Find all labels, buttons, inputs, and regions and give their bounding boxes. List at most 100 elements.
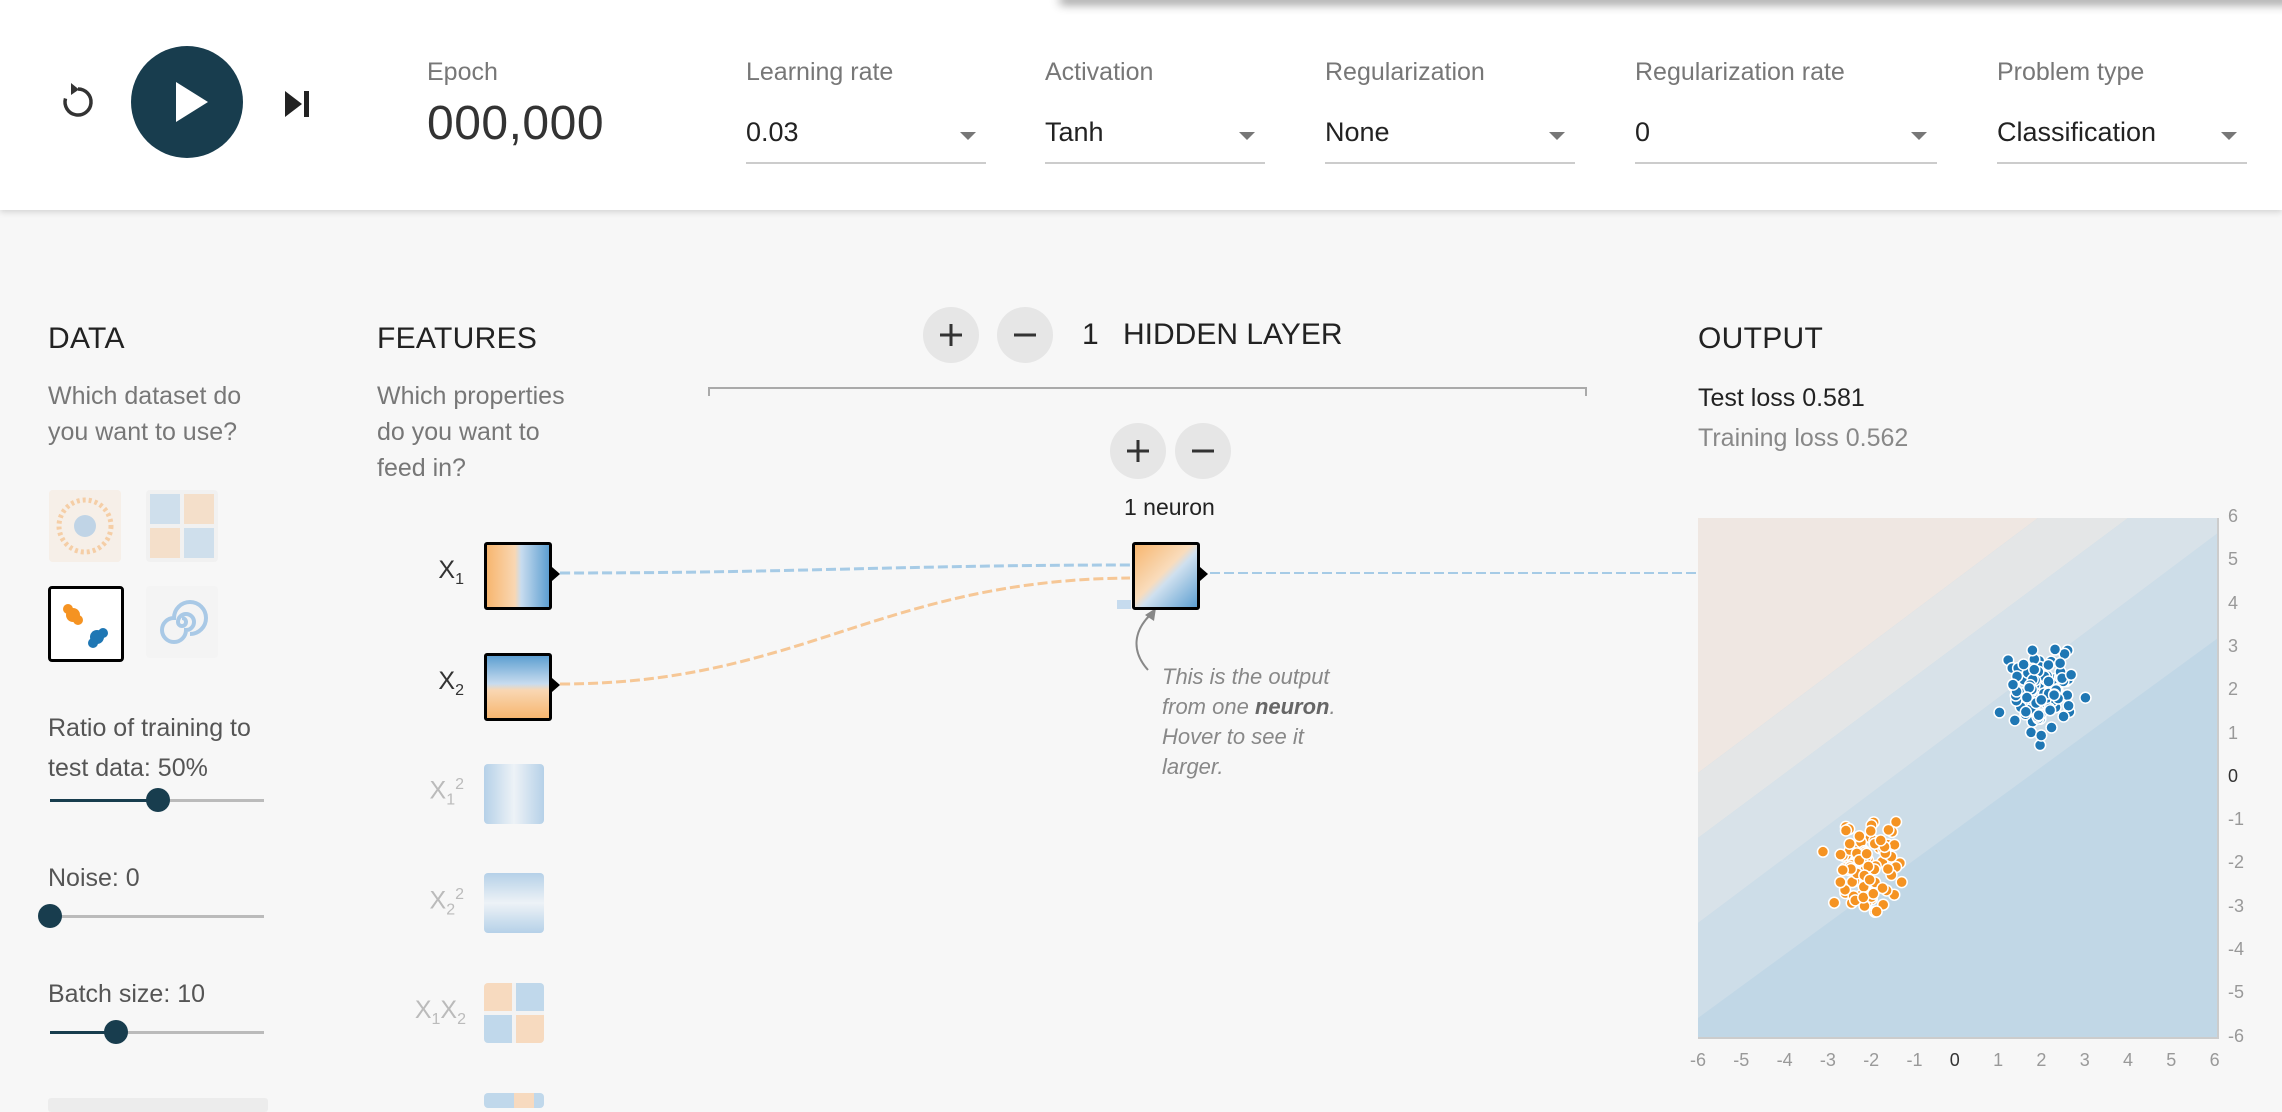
data-point	[1864, 824, 1877, 838]
add-layer-button[interactable]	[923, 307, 979, 363]
data-point	[2079, 691, 2092, 704]
annotation-line: from one neuron.	[1162, 692, 1362, 722]
test-loss: Test loss 0.581	[1698, 384, 1865, 412]
data-point	[2047, 688, 2061, 702]
data-point	[1888, 838, 1901, 852]
remove-layer-button[interactable]	[997, 307, 1053, 363]
data-point	[1836, 863, 1850, 877]
y-axis	[2217, 518, 2219, 1039]
hidden-layer-title: HIDDEN LAYER	[1123, 318, 1343, 351]
y-tick-label: 6	[2228, 506, 2239, 526]
y-tick-label: 3	[2228, 635, 2239, 656]
x-tick-label: -2	[1863, 1050, 1880, 1070]
data-point	[2064, 668, 2078, 681]
x-tick-label: -3	[1819, 1050, 1836, 1070]
x-tick-label: 3	[2079, 1050, 2090, 1070]
x-tick-label: 6	[2209, 1050, 2220, 1070]
add-neuron-button[interactable]	[1110, 423, 1166, 479]
x-axis	[1698, 1037, 2219, 1039]
data-point	[2032, 708, 2045, 722]
data-point	[1834, 875, 1847, 889]
plus-icon	[940, 324, 962, 346]
link-x1-to-neuron[interactable]	[559, 563, 1131, 575]
y-tick-label: -5	[2228, 982, 2245, 1003]
x-tick-label: -6	[1690, 1050, 1707, 1070]
data-point	[2042, 658, 2055, 672]
y-tick-label: -3	[2228, 895, 2245, 916]
hidden-neuron[interactable]	[1132, 542, 1200, 610]
y-tick-label: 4	[2228, 592, 2239, 613]
x-tick-label: 5	[2166, 1050, 2177, 1070]
data-point	[1839, 824, 1853, 837]
training-loss: Training loss 0.562	[1698, 424, 1909, 452]
neuron-bias-indicator[interactable]	[1117, 600, 1131, 609]
data-point	[2057, 710, 2070, 723]
annotation-line: Hover to see it	[1162, 724, 1304, 749]
data-point	[2034, 729, 2048, 742]
data-point	[2020, 691, 2034, 704]
y-tick-label: -6	[2228, 1025, 2245, 1046]
data-point	[1863, 873, 1876, 886]
minus-icon	[1014, 333, 1036, 337]
data-point	[1853, 829, 1866, 843]
data-point	[1874, 834, 1887, 847]
layer-bracket	[708, 387, 1587, 396]
data-point	[1834, 848, 1847, 861]
x-tick-label: 0	[1949, 1050, 1960, 1070]
data-point	[2062, 699, 2075, 712]
neuron-output-arrow	[1200, 567, 1208, 581]
x-tick-label: 1	[1993, 1050, 2004, 1070]
x-tick-label: -1	[1906, 1050, 1923, 1070]
plus-icon	[1127, 440, 1149, 462]
annotation-line: This is the output	[1162, 664, 1330, 689]
y-tick-label: 2	[2228, 679, 2239, 700]
neuron-annotation: This is the output from one neuron. Hove…	[1162, 662, 1362, 782]
data-point	[1882, 823, 1895, 837]
data-point	[2008, 714, 2022, 727]
data-point	[2017, 658, 2030, 671]
x-tick-label: -4	[1776, 1050, 1793, 1070]
link-x2-to-neuron[interactable]	[559, 576, 1131, 686]
data-point	[2048, 643, 2062, 656]
y-tick-label: 0	[2228, 765, 2239, 786]
hidden-neuron-heatmap	[1135, 545, 1197, 607]
y-tick-label: -2	[2228, 852, 2245, 873]
remove-neuron-button[interactable]	[1175, 423, 1231, 479]
annotation-text: from one	[1162, 694, 1255, 719]
data-point	[1843, 837, 1856, 850]
data-point	[2026, 643, 2039, 657]
data-point	[1816, 845, 1830, 858]
data-point	[2053, 656, 2067, 670]
data-point	[2035, 693, 2048, 707]
data-point	[2028, 663, 2041, 676]
data-point	[2024, 726, 2038, 739]
data-point	[2042, 675, 2055, 688]
y-tick-label: -4	[2228, 939, 2245, 959]
layer-count: 1	[1082, 318, 1099, 351]
x-tick-label: -5	[1733, 1050, 1750, 1070]
data-point	[1993, 706, 2006, 719]
minus-icon	[1192, 449, 1214, 453]
x-tick-label: 4	[2123, 1050, 2134, 1070]
data-point	[1867, 887, 1880, 900]
y-tick-label: -1	[2228, 809, 2245, 830]
data-point	[2043, 703, 2057, 717]
annotation-line: larger.	[1162, 754, 1224, 779]
decision-boundary-plot	[1698, 518, 2218, 1038]
annotation-arrow	[1135, 614, 1151, 671]
data-point	[1870, 905, 1883, 918]
neuron-count-label: 1 neuron	[1124, 494, 1215, 520]
annotation-text: .	[1329, 694, 1336, 719]
data-point	[1881, 862, 1895, 876]
annotation-emphasis: neuron	[1254, 694, 1330, 719]
data-point	[2045, 721, 2058, 734]
x-tick-label: 2	[2036, 1050, 2047, 1070]
output-title: OUTPUT	[1698, 322, 1824, 355]
output-heatmap[interactable]	[1698, 518, 2218, 1038]
data-point	[1827, 896, 1841, 909]
data-point	[2006, 678, 2020, 691]
data-point	[1860, 847, 1873, 860]
y-tick-label: 1	[2228, 722, 2239, 743]
y-tick-label: 5	[2228, 549, 2239, 570]
data-point	[1895, 875, 1908, 889]
